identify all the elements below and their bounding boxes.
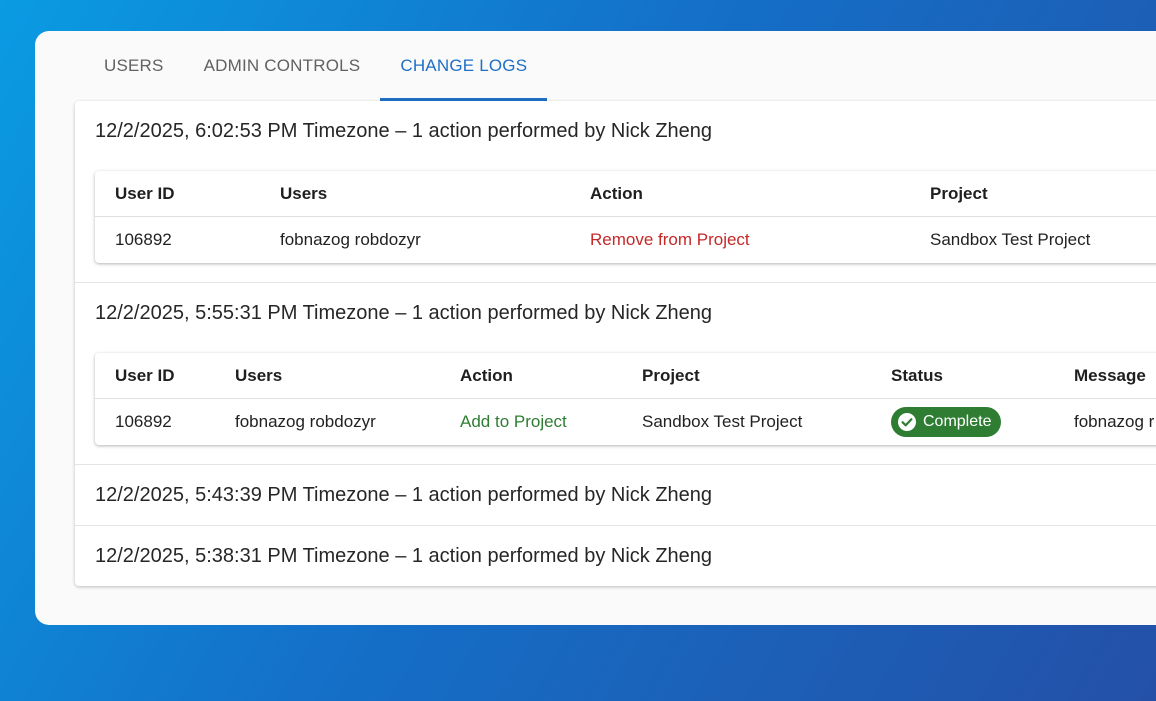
log-entry-details: User ID Users Action Project Status Mess… [75,343,1156,464]
log-entry-details: User ID Users Action Project 106892 fobn… [75,161,1156,282]
tab-admin-controls[interactable]: ADMIN CONTROLS [184,31,381,101]
cell-action: Remove from Project [590,230,750,249]
status-badge: Complete [891,407,1002,437]
column-header-user-id: User ID [115,365,175,385]
table-row: 106892 fobnazog robdozyr Remove from Pro… [95,217,1156,263]
change-logs-card: USERS ADMIN CONTROLS CHANGE LOGS 12/2/20… [35,31,1156,625]
log-entry: 12/2/2025, 5:43:39 PM Timezone – 1 actio… [75,465,1156,526]
cell-user: fobnazog robdozyr [280,230,421,249]
cell-user: fobnazog robdozyr [235,412,376,431]
column-header-action: Action [460,365,513,385]
column-header-status: Status [891,365,943,385]
tab-bar: USERS ADMIN CONTROLS CHANGE LOGS [84,31,548,101]
log-table: User ID Users Action Project 106892 fobn… [95,171,1156,263]
cell-action: Add to Project [460,412,567,431]
tab-users[interactable]: USERS [84,31,184,101]
log-entry: 12/2/2025, 5:38:31 PM Timezone – 1 actio… [75,526,1156,586]
cell-project: Sandbox Test Project [930,230,1091,249]
column-header-user-id: User ID [115,183,175,203]
column-header-project: Project [642,365,700,385]
log-entry: 12/2/2025, 5:55:31 PM Timezone – 1 actio… [75,283,1156,465]
column-header-project: Project [930,183,988,203]
cell-message: fobnazog r [1074,412,1155,431]
cell-user-id: 106892 [115,230,172,249]
change-log-list: 12/2/2025, 6:02:53 PM Timezone – 1 actio… [75,101,1156,586]
log-table: User ID Users Action Project Status Mess… [95,353,1156,445]
column-header-users: Users [280,183,328,203]
table-header-row: User ID Users Action Project [95,171,1156,217]
log-entry-header[interactable]: 12/2/2025, 5:43:39 PM Timezone – 1 actio… [75,465,1156,525]
column-header-users: Users [235,365,283,385]
cell-status: Complete [891,407,1074,437]
column-header-message: Message [1074,365,1146,385]
column-header-action: Action [590,183,643,203]
cell-user-id: 106892 [115,412,172,431]
check-circle-icon [897,412,917,432]
log-entry-header[interactable]: 12/2/2025, 5:55:31 PM Timezone – 1 actio… [75,283,1156,343]
cell-project: Sandbox Test Project [642,412,803,431]
tab-change-logs[interactable]: CHANGE LOGS [380,31,548,101]
log-entry-header[interactable]: 12/2/2025, 5:38:31 PM Timezone – 1 actio… [75,526,1156,586]
status-badge-label: Complete [923,413,992,430]
table-header-row: User ID Users Action Project Status Mess… [95,353,1156,399]
table-row: 106892 fobnazog robdozyr Add to Project … [95,399,1156,445]
log-entry-header[interactable]: 12/2/2025, 6:02:53 PM Timezone – 1 actio… [75,101,1156,161]
log-entry: 12/2/2025, 6:02:53 PM Timezone – 1 actio… [75,101,1156,283]
